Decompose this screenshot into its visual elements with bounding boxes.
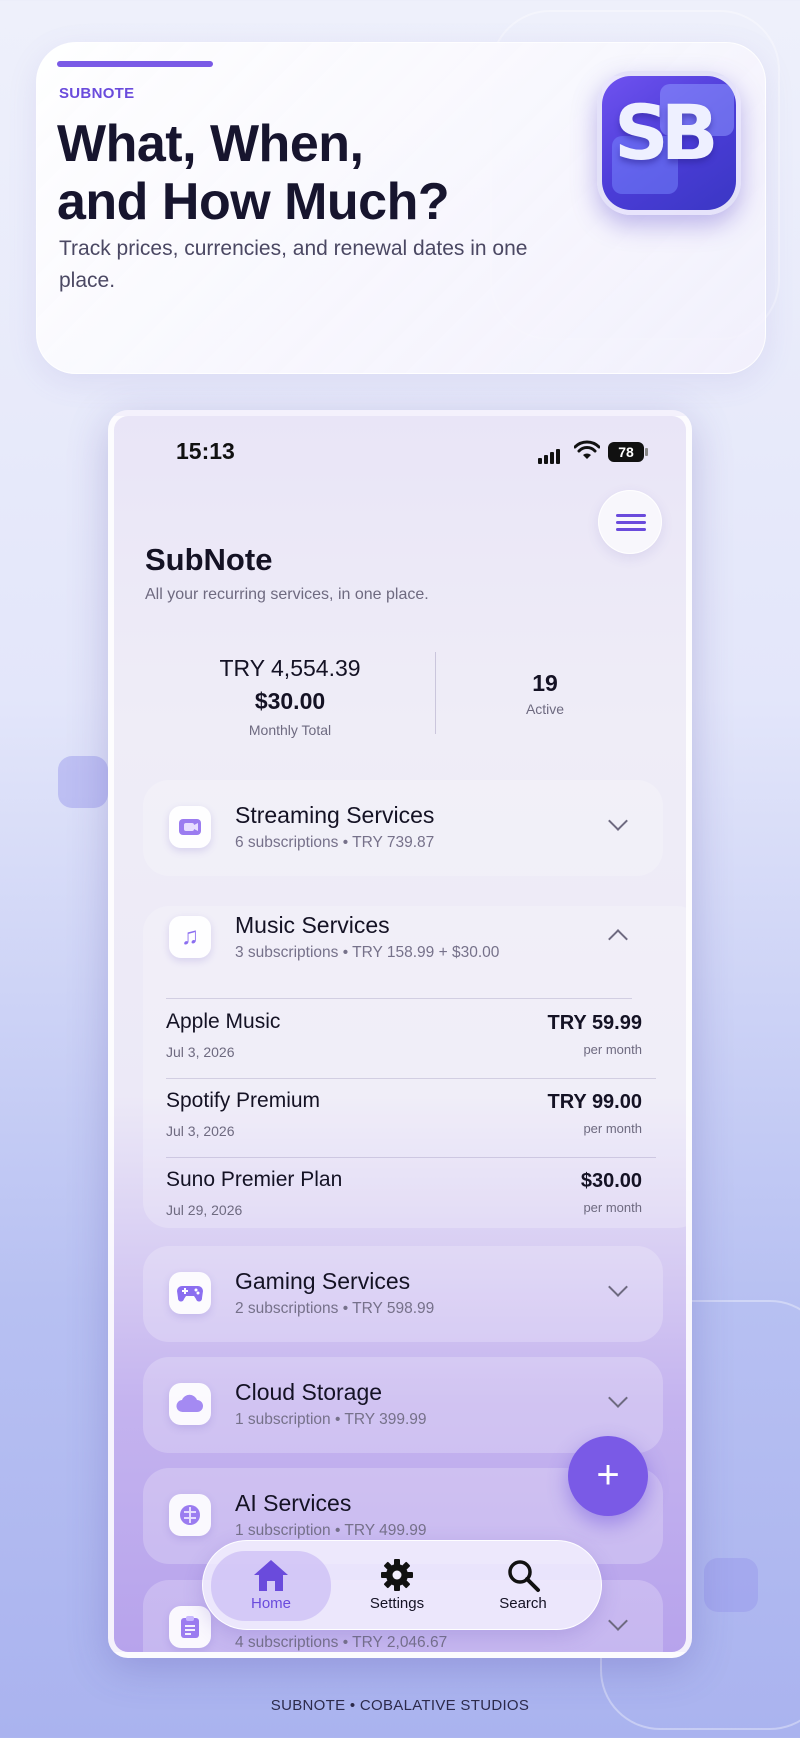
menu-button[interactable] <box>598 490 662 554</box>
subscription-row[interactable]: Suno Premier Plan Jul 29, 2026 $30.00 pe… <box>166 1158 642 1238</box>
subscription-period: per month <box>583 1121 642 1136</box>
category-meta: 1 subscription • TRY 399.99 <box>235 1411 427 1428</box>
subscription-name: Apple Music <box>166 1010 281 1033</box>
background-square <box>58 756 108 808</box>
category-name: AI Services <box>235 1490 352 1516</box>
cloud-icon <box>169 1383 211 1425</box>
tab-home[interactable]: Home <box>211 1551 331 1621</box>
category-cloud-storage[interactable]: Cloud Storage 1 subscription • TRY 399.9… <box>143 1357 663 1453</box>
category-meta: 2 subscriptions • TRY 598.99 <box>235 1300 435 1317</box>
chevron-down-icon[interactable] <box>608 1277 628 1297</box>
hero-accent-bar <box>57 61 213 67</box>
category-music-expanded: ♫ Music Services 3 subscriptions • TRY 1… <box>143 906 686 1228</box>
subscription-name: Suno Premier Plan <box>166 1168 343 1191</box>
subscription-row[interactable]: Apple Music Jul 3, 2026 TRY 59.99 per mo… <box>166 1000 642 1080</box>
subscription-date: Jul 3, 2026 <box>166 1123 235 1139</box>
clipboard-icon <box>169 1606 211 1648</box>
battery-icon: 78 <box>608 442 648 462</box>
category-meta: 4 subscriptions • TRY 2,046.67 <box>235 1634 448 1651</box>
active-count-value: 19 <box>532 670 558 696</box>
summary-divider <box>435 652 436 734</box>
tab-label: Home <box>250 1595 291 1612</box>
hamburger-icon <box>616 514 646 517</box>
category-music[interactable]: ♫ Music Services 3 subscriptions • TRY 1… <box>143 890 663 986</box>
hero-title-line: What, When, <box>57 115 364 173</box>
video-icon <box>169 806 211 848</box>
hero-kicker: SUBNOTE <box>59 85 135 102</box>
subscription-name: Spotify Premium <box>166 1089 321 1112</box>
subscription-row[interactable]: Spotify Premium Jul 3, 2026 TRY 99.00 pe… <box>166 1079 642 1159</box>
brain-icon <box>169 1494 211 1536</box>
hero-card: SUBNOTE What, When, and How Much? Track … <box>36 42 766 374</box>
category-streaming[interactable]: Streaming Services 6 subscriptions • TRY… <box>143 780 663 876</box>
chevron-down-icon[interactable] <box>608 811 628 831</box>
subscription-price: TRY 99.00 <box>547 1091 642 1113</box>
monthly-total-label: Monthly Total <box>248 722 332 738</box>
add-subscription-button[interactable]: + <box>568 1436 648 1516</box>
subscription-period: per month <box>583 1200 642 1215</box>
page-subtitle: All your recurring services, in one plac… <box>145 586 429 603</box>
chevron-down-icon[interactable] <box>608 1611 628 1631</box>
chevron-up-icon[interactable] <box>608 929 628 949</box>
active-count: 19 Active <box>445 670 645 717</box>
monthly-total-usd: $30.00 <box>254 688 326 714</box>
music-icon: ♫ <box>169 916 211 958</box>
category-name: Cloud Storage <box>235 1379 383 1405</box>
home-icon <box>254 1560 288 1591</box>
gamepad-icon <box>169 1272 211 1314</box>
active-count-label: Active <box>525 701 565 717</box>
hero-title: What, When, and How Much? <box>57 115 617 231</box>
subscription-date: Jul 3, 2026 <box>166 1044 235 1060</box>
cellular-signal-icon <box>538 446 562 464</box>
hero-title-line: and How Much? <box>57 173 450 231</box>
tab-settings[interactable]: Settings <box>337 1551 457 1621</box>
divider <box>166 998 632 999</box>
background-square <box>704 1558 758 1612</box>
subscription-period: per month <box>583 1042 642 1057</box>
category-name: Streaming Services <box>235 802 435 828</box>
summary-panel: TRY 4,554.39 $30.00 Monthly Total 19 Act… <box>145 652 645 742</box>
subscription-price: TRY 59.99 <box>547 1012 642 1034</box>
page-title: SubNote <box>145 542 273 577</box>
app-logo-icon: SB <box>597 71 741 215</box>
wifi-icon <box>574 440 600 459</box>
status-time: 15:13 <box>176 438 235 464</box>
status-bar: 15:13 78 <box>114 438 686 468</box>
category-name: Gaming Services <box>235 1268 411 1294</box>
category-meta: 3 subscriptions • TRY 158.99 + $30.00 <box>235 944 500 961</box>
tab-label: Settings <box>369 1595 425 1612</box>
tab-search[interactable]: Search <box>463 1551 583 1621</box>
footer-credit: SUBNOTE • COBALATIVE STUDIOS <box>270 1697 530 1714</box>
phone-screen: 15:13 78 SubNote All your recurring serv… <box>108 410 692 1658</box>
subscription-date: Jul 29, 2026 <box>166 1202 243 1218</box>
monthly-total: TRY 4,554.39 $30.00 Monthly Total <box>145 652 435 738</box>
monthly-total-try: TRY 4,554.39 <box>219 655 361 681</box>
hero-subtitle: Track prices, currencies, and renewal da… <box>59 237 528 292</box>
subscription-price: $30.00 <box>580 1170 642 1192</box>
category-name: Music Services <box>235 912 390 938</box>
search-icon <box>508 1560 540 1592</box>
category-meta: 6 subscriptions • TRY 739.87 <box>235 834 435 851</box>
gear-icon <box>381 1559 413 1591</box>
category-meta: 1 subscription • TRY 499.99 <box>235 1522 427 1539</box>
category-gaming[interactable]: Gaming Services 2 subscriptions • TRY 59… <box>143 1246 663 1342</box>
chevron-down-icon[interactable] <box>608 1388 628 1408</box>
tab-label: Search <box>499 1595 547 1612</box>
tab-bar: Home Settings Search <box>202 1540 602 1630</box>
